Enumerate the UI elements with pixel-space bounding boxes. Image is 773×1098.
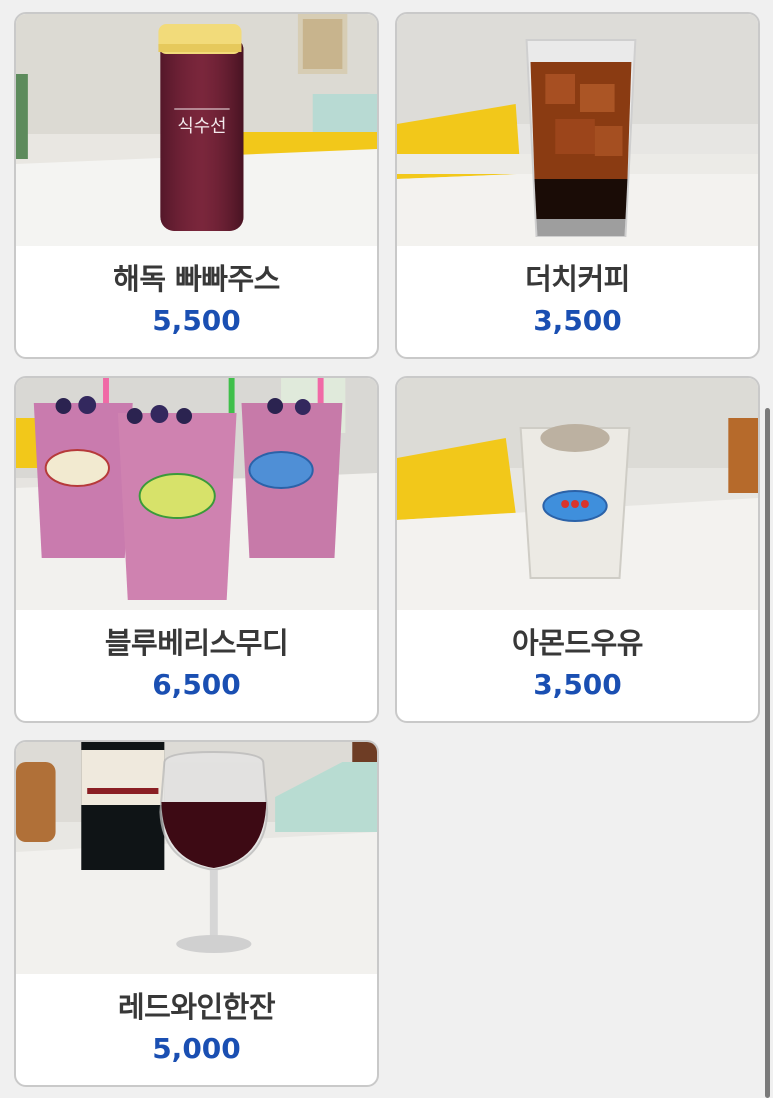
menu-item-red-wine[interactable]: 레드와인한잔 5,000 [14,740,379,1087]
menu-item-name: 아몬드우유 [512,626,643,660]
menu-item-name: 해독 빠빠주스 [113,262,280,296]
red-wine-glass-photo [16,742,377,974]
menu-item-info: 아몬드우유 3,500 [397,610,758,721]
menu-item-blueberry-smoothie[interactable]: 블루베리스무디 6,500 [14,376,379,723]
almond-milk-photo [397,378,758,610]
menu-grid: 식수선 해독 빠빠주스 5,500 더치커피 3,500 블루베리스무디 6,5… [14,12,760,1087]
menu-item-name: 블루베리스무디 [104,626,289,660]
menu-item-price: 6,500 [152,668,241,701]
blueberry-smoothies-photo [16,378,377,610]
menu-item-price: 5,000 [152,1032,241,1065]
menu-item-almond-milk[interactable]: 아몬드우유 3,500 [395,376,760,723]
menu-item-info: 레드와인한잔 5,000 [16,974,377,1085]
menu-item-dutch-coffee[interactable]: 더치커피 3,500 [395,12,760,359]
menu-item-info: 블루베리스무디 6,500 [16,610,377,721]
menu-item-info: 해독 빠빠주스 5,500 [16,246,377,357]
detox-juice-bottle-photo: 식수선 [16,14,377,246]
menu-item-name: 더치커피 [525,262,630,296]
scrollbar-thumb[interactable] [765,408,770,1098]
bottle-label-text: 식수선 [177,116,226,137]
menu-item-detox-juice[interactable]: 식수선 해독 빠빠주스 5,500 [14,12,379,359]
menu-item-price: 3,500 [533,304,622,337]
menu-item-info: 더치커피 3,500 [397,246,758,357]
menu-item-price: 3,500 [533,668,622,701]
menu-item-name: 레드와인한잔 [117,990,276,1024]
iced-dutch-coffee-photo [397,14,758,246]
menu-item-price: 5,500 [152,304,241,337]
